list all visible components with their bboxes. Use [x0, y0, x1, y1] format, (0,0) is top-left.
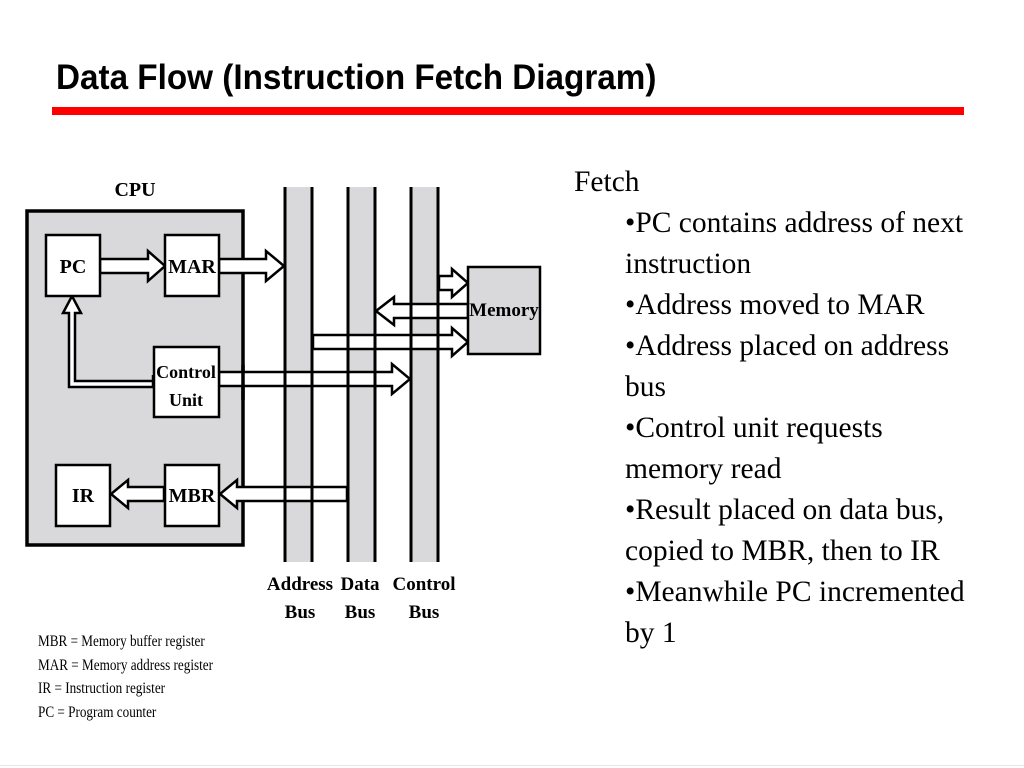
fetch-notes: Fetch •PC contains address of next instr… [574, 162, 965, 654]
notes-heading: Fetch [574, 166, 640, 198]
control-bus-label-line1: Control [393, 574, 456, 595]
address-bus-label-line2: Bus [285, 602, 316, 623]
svg-text:Memory: Memory [469, 300, 539, 321]
mbr-register: MBR [163, 463, 221, 528]
data-bus-label-line1: Data [340, 574, 380, 595]
arrow-control-to-control-bus [217, 361, 412, 397]
svg-text:IR: IR [72, 485, 95, 507]
svg-text:Unit: Unit [169, 390, 203, 410]
legend-item-mar: MAR = Memory address register [38, 656, 214, 674]
bullet-item: •Meanwhile PC incremented by 1 [625, 576, 965, 649]
abbreviation-legend: MBR = Memory buffer register MAR = Memor… [38, 630, 213, 724]
bullet-item: •Result placed on data bus, copied to MB… [625, 494, 945, 567]
cpu-label: CPU [114, 179, 155, 201]
legend-item-pc: PC = Program counter [38, 703, 157, 721]
bullet-item: •Address placed on address bus [625, 330, 950, 403]
control-unit: Control Unit [152, 345, 221, 419]
svg-text:PC: PC [60, 256, 87, 278]
arrow-address-bus-to-memory [311, 325, 470, 359]
data-bus-label-line2: Bus [345, 602, 376, 623]
legend-item-mbr: MBR = Memory buffer register [38, 633, 205, 650]
svg-text:MAR: MAR [168, 256, 216, 278]
arrow-control-bus-to-memory [437, 266, 470, 300]
svg-text:Control: Control [156, 362, 216, 382]
bullet-item: •Control unit requests memory read [625, 412, 883, 485]
memory-block: Memory [466, 265, 542, 356]
bullet-item: •Address moved to MAR [625, 289, 925, 321]
address-bus-label-line1: Address [267, 574, 333, 595]
mar-register: MAR [163, 233, 221, 298]
footer-divider [0, 765, 1024, 766]
svg-text:MBR: MBR [169, 485, 216, 507]
control-bus-label-line2: Bus [409, 602, 440, 623]
bullet-item: •PC contains address of next instruction [625, 207, 964, 280]
control-bus [409, 187, 440, 562]
pc-register: PC [44, 233, 102, 298]
legend-item-ir: IR = Instruction register [38, 680, 166, 697]
ir-register: IR [54, 463, 112, 528]
